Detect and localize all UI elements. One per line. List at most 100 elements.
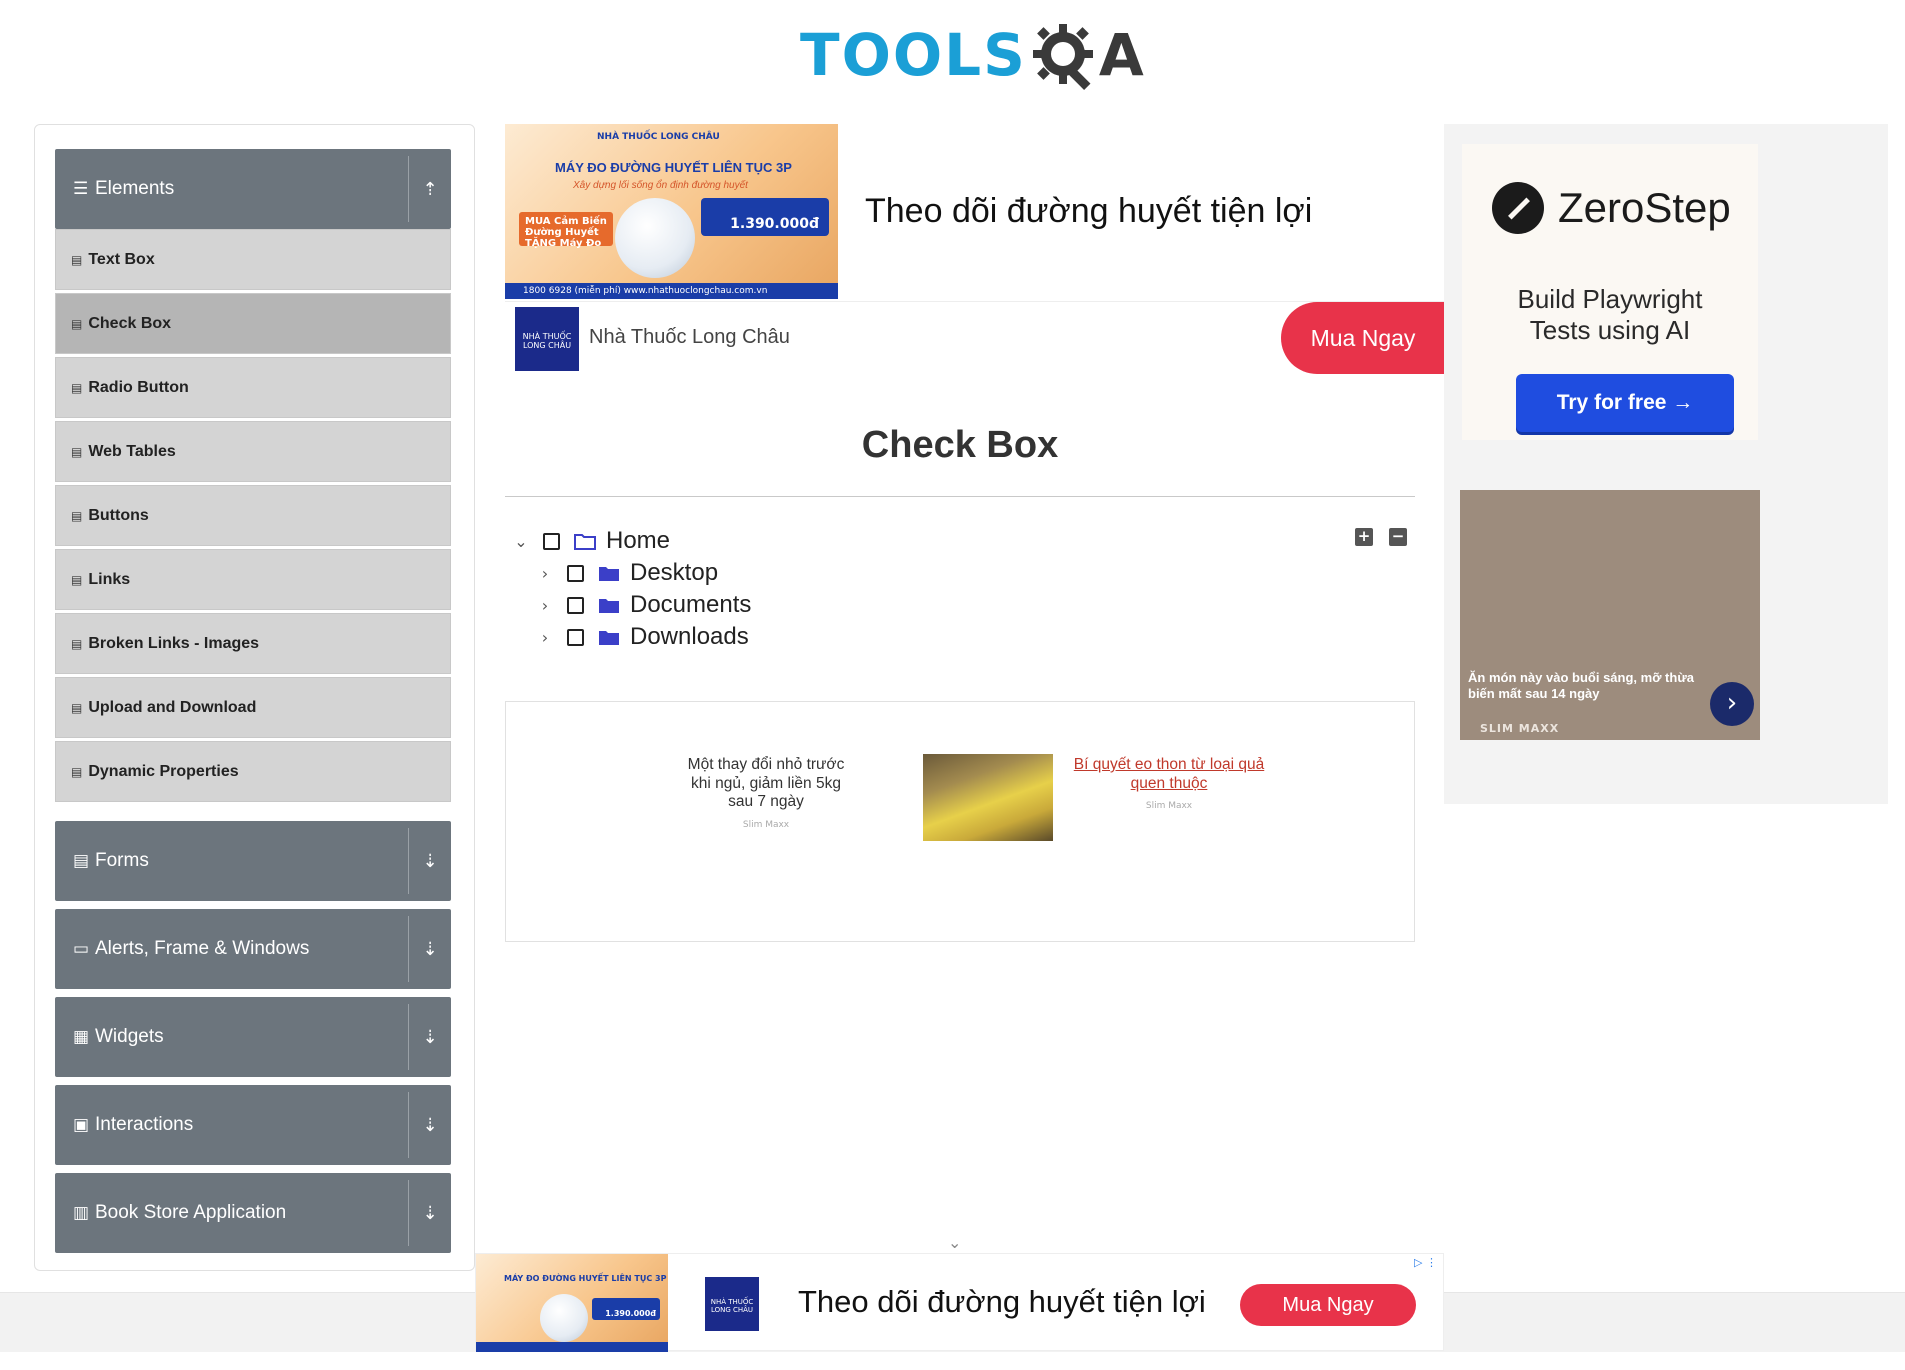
group-alerts-frame-windows[interactable]: ▭ Alerts, Frame & Windows ⇣ xyxy=(55,909,451,989)
file-icon: ▤ xyxy=(73,851,90,871)
logo-tail: A xyxy=(1098,21,1144,89)
download-icon[interactable]: ⇣ xyxy=(409,1115,451,1136)
ad-image-footer: 1800 6928 (miễn phí) www.nhathuoclongcha… xyxy=(505,283,838,299)
native-ad-left[interactable]: Một thay đổi nhỏ trước khi ngủ, giảm liề… xyxy=(686,756,846,830)
chevron-down-icon[interactable]: ⌄ xyxy=(511,532,531,551)
pharmacy-name[interactable]: Nhà Thuốc Long Châu xyxy=(589,326,790,349)
menu-item-buttons[interactable]: ▤ Buttons xyxy=(55,485,451,546)
interactions-icon: ▣ xyxy=(73,1115,90,1135)
download-icon[interactable]: ⇣ xyxy=(409,1203,451,1224)
expand-all-button[interactable]: + xyxy=(1355,528,1373,546)
chevron-right-icon[interactable]: › xyxy=(535,564,555,583)
promo-brand: SLIM MAXX xyxy=(1480,722,1560,735)
tree-node-downloads: › Downloads xyxy=(535,622,749,652)
pharmacy-logo[interactable]: NHÀ THUỐC LONG CHÂU xyxy=(515,307,579,371)
ad-title[interactable]: Theo dõi đường huyết tiện lợi xyxy=(865,192,1312,231)
menu-item-label: Text Box xyxy=(88,250,155,268)
ad-image-price: 1.390.000đ xyxy=(592,1298,660,1320)
tree-node-home: ⌄ Home xyxy=(511,526,670,556)
ad-product-image[interactable]: MÁY ĐO ĐƯỜNG HUYẾT LIÊN TỤC 3P 1.390.000… xyxy=(476,1254,668,1352)
chevron-right-icon[interactable]: › xyxy=(1710,682,1754,726)
native-ad-source: Slim Maxx xyxy=(742,819,790,830)
elements-menu: ▤ Text Box ▤ Check Box ▤ Radio Button ▤ … xyxy=(55,229,451,805)
tree-node-label[interactable]: Home xyxy=(606,527,670,555)
banana-image[interactable] xyxy=(923,754,1053,841)
tree-node-documents: › Documents xyxy=(535,590,752,620)
checkbox[interactable] xyxy=(567,596,584,614)
folder-open-icon xyxy=(574,533,596,550)
menu-item-web-tables[interactable]: ▤ Web Tables xyxy=(55,421,451,482)
folder-icon xyxy=(598,629,620,646)
ad-title[interactable]: Theo dõi đường huyết tiện lợi xyxy=(798,1284,1206,1320)
window-icon: ▭ xyxy=(73,939,90,959)
download-icon[interactable]: ⇣ xyxy=(409,851,451,872)
ad-image-promo: MUA Cảm Biến Đường Huyết TẶNG Máy Đo xyxy=(519,212,613,249)
logo-text: TOOLS xyxy=(800,21,1027,89)
zerostep-brand: ZeroStep xyxy=(1558,184,1731,231)
menu-item-label: Radio Button xyxy=(88,378,189,396)
group-label: Widgets xyxy=(95,1026,164,1047)
native-ad-text: Một thay đổi nhỏ trước khi ngủ, giảm liề… xyxy=(687,756,845,811)
top-banner-ad[interactable]: NHÀ THUỐC LONG CHÂU MÁY ĐO ĐƯỜNG HUYẾT L… xyxy=(505,124,1445,374)
toolsqa-logo[interactable]: TOOLS A xyxy=(800,16,1144,94)
group-label: Elements xyxy=(95,178,175,199)
sticky-bottom-ad[interactable]: MÁY ĐO ĐƯỜNG HUYẾT LIÊN TỤC 3P 1.390.000… xyxy=(475,1253,1444,1352)
tree-node-label[interactable]: Desktop xyxy=(630,559,718,587)
zerostep-logo: ZeroStep xyxy=(1492,182,1731,234)
menu-item-links[interactable]: ▤ Links xyxy=(55,549,451,610)
upload-icon[interactable]: ⇡ xyxy=(409,179,451,200)
checkbox[interactable] xyxy=(567,628,584,646)
group-label: Interactions xyxy=(95,1114,194,1135)
menu-item-radio-button[interactable]: ▤ Radio Button xyxy=(55,357,451,418)
download-icon[interactable]: ⇣ xyxy=(409,1027,451,1048)
ad-choices-icon[interactable]: ▷ ⋮ xyxy=(1414,1256,1437,1269)
tree-node-label[interactable]: Downloads xyxy=(630,623,749,651)
checkbox-tree: ⌄ Home › Desktop › Documents › Downloads xyxy=(505,520,1415,660)
group-elements[interactable]: ☰ Elements ⇡ xyxy=(55,149,451,229)
tree-node-desktop: › Desktop xyxy=(535,558,718,588)
list-icon: ▤ xyxy=(71,316,83,331)
list-icon: ▤ xyxy=(71,636,83,651)
menu-item-broken-links[interactable]: ▤ Broken Links - Images xyxy=(55,613,451,674)
site-header: TOOLS A xyxy=(0,0,1905,110)
menu-item-dynamic-properties[interactable]: ▤ Dynamic Properties xyxy=(55,741,451,802)
tree-controls: + − xyxy=(1355,528,1407,546)
divider xyxy=(505,496,1415,497)
menu-item-check-box[interactable]: ▤ Check Box xyxy=(55,293,451,354)
folder-icon xyxy=(598,565,620,582)
menu-item-text-box[interactable]: ▤ Text Box xyxy=(55,229,451,290)
slim-maxx-ad[interactable]: Ăn món này vào buổi sáng, mỡ thừa biến m… xyxy=(1460,490,1760,740)
group-forms[interactable]: ▤ Forms ⇣ xyxy=(55,821,451,901)
ad-buy-now-button[interactable]: Mua Ngay xyxy=(1281,302,1445,374)
ad-image-footer xyxy=(476,1342,668,1352)
menu-item-label: Check Box xyxy=(88,314,172,332)
tree-node-label[interactable]: Documents xyxy=(630,591,751,619)
collapse-all-button[interactable]: − xyxy=(1389,528,1407,546)
checkbox[interactable] xyxy=(543,532,560,550)
menu-item-label: Buttons xyxy=(88,506,149,524)
menu-item-label: Broken Links - Images xyxy=(88,634,260,652)
ad-buy-now-button[interactable]: Mua Ngay xyxy=(1240,1284,1416,1326)
download-icon[interactable]: ⇣ xyxy=(409,939,451,960)
group-widgets[interactable]: ▦ Widgets ⇣ xyxy=(55,997,451,1077)
zerostep-ad[interactable]: ZeroStep Build Playwright Tests using AI… xyxy=(1462,144,1758,440)
list-icon: ▤ xyxy=(71,508,83,523)
ad-image-headline: MÁY ĐO ĐƯỜNG HUYẾT LIÊN TỤC 3P xyxy=(555,160,792,175)
subtitle-line: Build Playwright xyxy=(1517,284,1703,314)
menu-item-upload-download[interactable]: ▤ Upload and Download xyxy=(55,677,451,738)
checkbox[interactable] xyxy=(567,564,584,582)
chevron-right-icon[interactable]: › xyxy=(535,596,555,615)
ad-advertiser-row: NHÀ THUỐC LONG CHÂU Nhà Thuốc Long Châu … xyxy=(505,301,1445,374)
books-icon: ▥ xyxy=(73,1203,90,1223)
native-ad-link[interactable]: Bí quyết eo thon từ loại quả quen thuộc xyxy=(1069,756,1269,793)
menu-item-label: Links xyxy=(88,570,131,588)
pharmacy-logo[interactable]: NHÀ THUỐC LONG CHÂU xyxy=(705,1277,759,1331)
chevron-right-icon[interactable]: › xyxy=(535,628,555,647)
ad-product-image[interactable]: NHÀ THUỐC LONG CHÂU MÁY ĐO ĐƯỜNG HUYẾT L… xyxy=(505,124,838,299)
native-ad-right[interactable]: Bí quyết eo thon từ loại quả quen thuộc … xyxy=(1069,756,1269,811)
group-book-store[interactable]: ▥ Book Store Application ⇣ xyxy=(55,1173,451,1253)
chevron-down-icon[interactable]: ⌄ xyxy=(948,1233,961,1252)
group-interactions[interactable]: ▣ Interactions ⇣ xyxy=(55,1085,451,1165)
try-for-free-button[interactable]: Try for free → xyxy=(1516,374,1734,432)
glucose-device-image xyxy=(540,1294,588,1342)
